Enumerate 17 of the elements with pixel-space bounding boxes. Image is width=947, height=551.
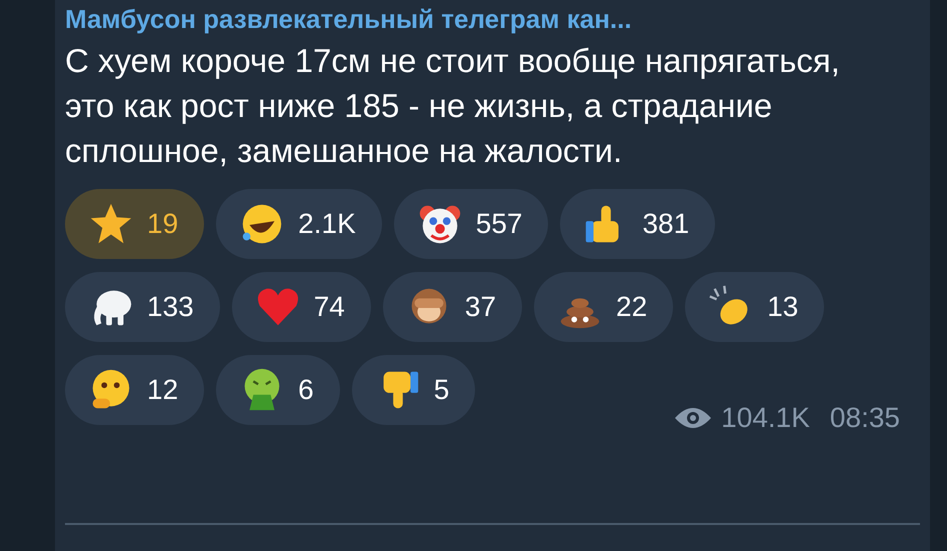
eye-icon — [673, 406, 714, 430]
reaction-button[interactable]: 12 — [65, 355, 204, 425]
reaction-button[interactable]: 22 — [534, 272, 674, 342]
reaction-button[interactable]: 74 — [232, 272, 371, 342]
reaction-button[interactable]: 6 — [216, 355, 340, 425]
reaction-button[interactable]: 13 — [685, 272, 824, 342]
reaction-button[interactable]: 557 — [394, 189, 548, 259]
message-time: 08:35 — [830, 401, 900, 435]
reaction-button[interactable]: 5 — [352, 355, 476, 425]
reaction-button[interactable]: 381 — [560, 189, 716, 259]
message-text: С хуем короче 17см не стоит вообще напрягаться, это как рост ниже 185 - не жизнь, а страдание сплошное, замешанное на жалости. — [65, 41, 841, 171]
reaction-button[interactable]: 133 — [65, 272, 220, 342]
view-count: 104.1K — [721, 401, 810, 435]
reaction-button[interactable]: 37 — [382, 272, 522, 342]
channel-name: Мамбусон развлекательный телеграм кан... — [65, 4, 633, 34]
reaction-button[interactable]: 19 — [65, 189, 204, 259]
reaction-button[interactable]: 2.1K — [216, 189, 382, 259]
